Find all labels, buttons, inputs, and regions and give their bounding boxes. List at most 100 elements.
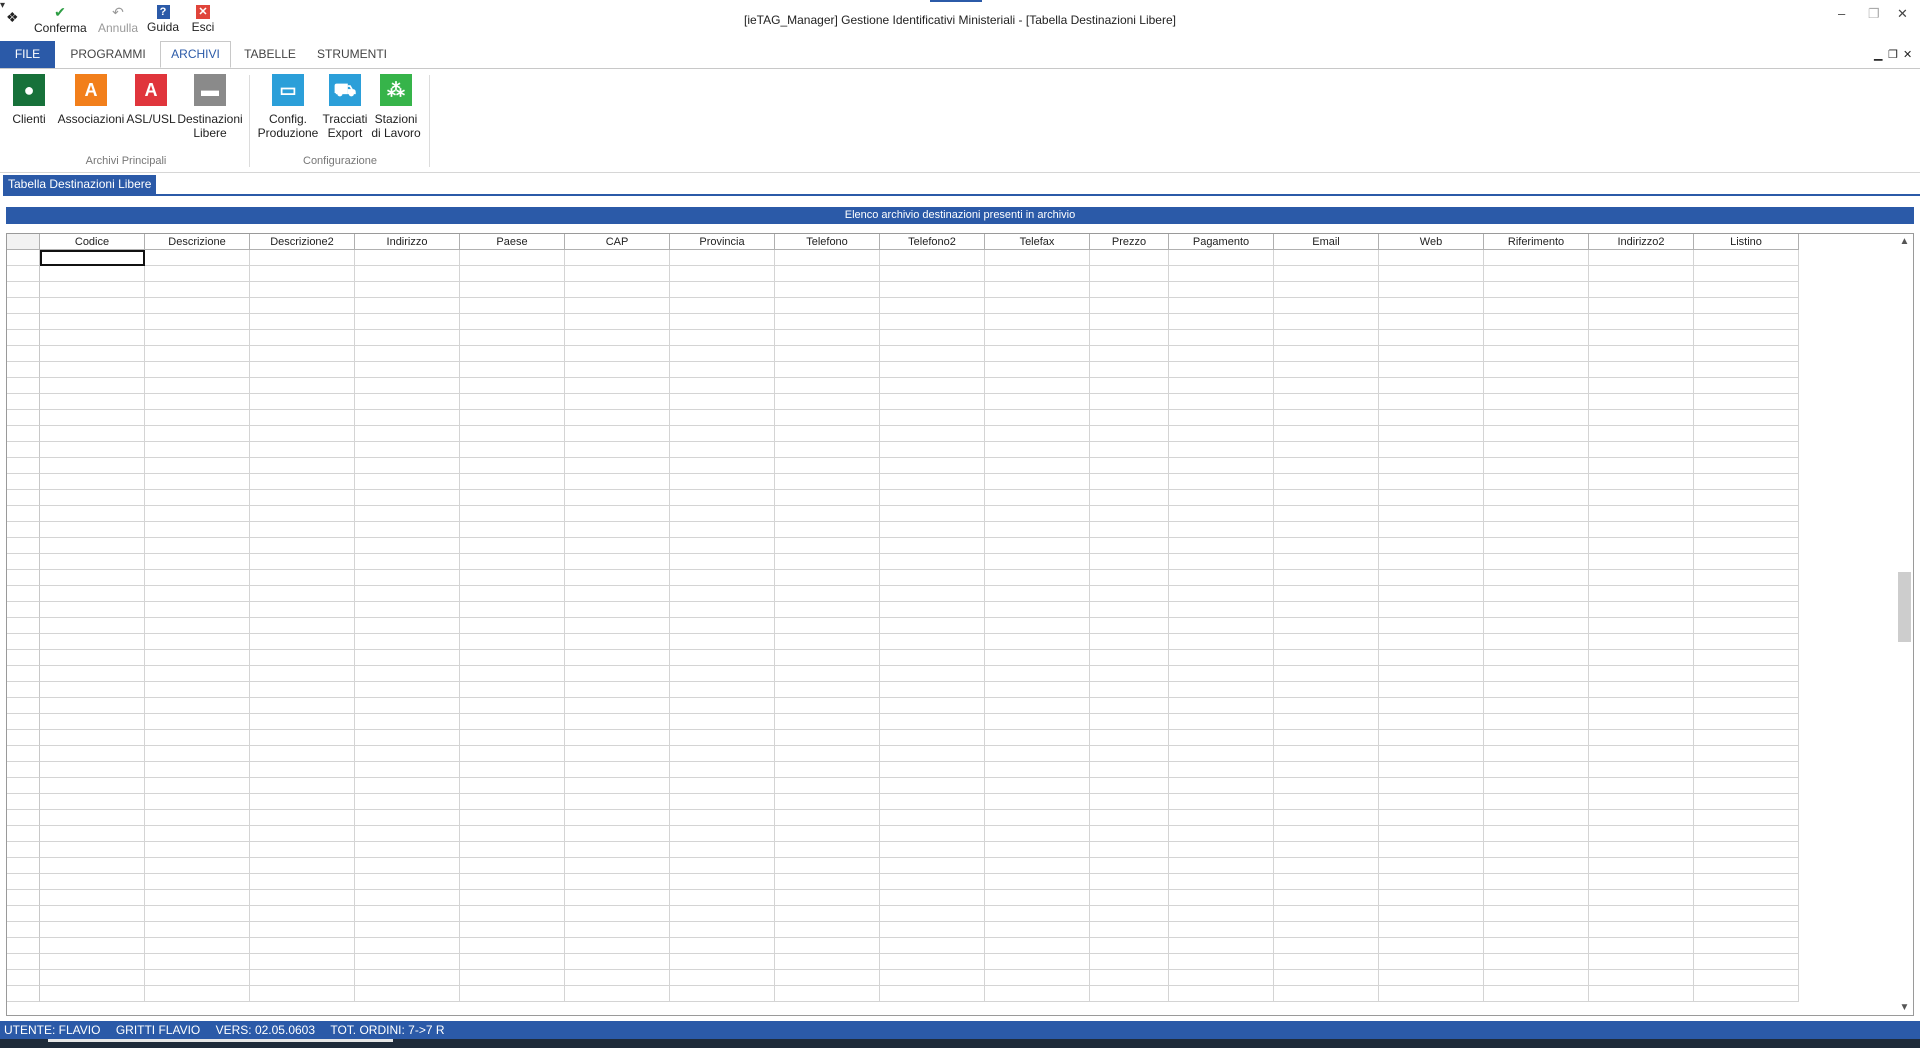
row-header[interactable] xyxy=(7,842,40,858)
grid-cell[interactable] xyxy=(985,954,1090,970)
grid-cell[interactable] xyxy=(1379,986,1484,1002)
grid-cell[interactable] xyxy=(1169,266,1274,282)
grid-cell[interactable] xyxy=(1090,970,1169,986)
table-row[interactable] xyxy=(7,442,1913,458)
grid-cell[interactable] xyxy=(1694,602,1799,618)
grid-cell[interactable] xyxy=(775,362,880,378)
row-header[interactable] xyxy=(7,714,40,730)
grid-cell[interactable] xyxy=(1379,458,1484,474)
scroll-down-icon[interactable]: ▼ xyxy=(1896,1002,1913,1013)
grid-cell[interactable] xyxy=(1274,570,1379,586)
grid-cell[interactable] xyxy=(985,330,1090,346)
grid-cell[interactable] xyxy=(1274,410,1379,426)
grid-cell[interactable] xyxy=(1379,362,1484,378)
grid-cell[interactable] xyxy=(1694,346,1799,362)
grid-cell[interactable] xyxy=(1694,426,1799,442)
minimize-icon[interactable]: – xyxy=(1838,6,1845,21)
grid-cell[interactable] xyxy=(250,698,355,714)
grid-cell[interactable] xyxy=(460,474,565,490)
grid-cell[interactable] xyxy=(880,618,985,634)
grid-cell[interactable] xyxy=(40,922,145,938)
grid-cell[interactable] xyxy=(145,618,250,634)
grid-cell[interactable] xyxy=(565,714,670,730)
grid-cell[interactable] xyxy=(1589,842,1694,858)
row-header[interactable] xyxy=(7,666,40,682)
grid-cell[interactable] xyxy=(40,970,145,986)
grid-cell[interactable] xyxy=(1484,314,1589,330)
grid-cell[interactable] xyxy=(355,442,460,458)
grid-cell[interactable] xyxy=(1694,250,1799,266)
column-header-cap[interactable]: CAP xyxy=(565,234,670,250)
row-header[interactable] xyxy=(7,954,40,970)
grid-cell[interactable] xyxy=(880,554,985,570)
table-row[interactable] xyxy=(7,682,1913,698)
grid-cell[interactable] xyxy=(1694,842,1799,858)
grid-cell[interactable] xyxy=(1274,506,1379,522)
grid-cell[interactable] xyxy=(1379,250,1484,266)
grid-cell[interactable] xyxy=(670,986,775,1002)
grid-cell[interactable] xyxy=(1379,394,1484,410)
table-row[interactable] xyxy=(7,826,1913,842)
grid-cell[interactable] xyxy=(1484,346,1589,362)
grid-cell[interactable] xyxy=(1169,442,1274,458)
grid-cell[interactable] xyxy=(145,522,250,538)
grid-cell[interactable] xyxy=(250,730,355,746)
grid-cell[interactable] xyxy=(1379,682,1484,698)
grid-cell[interactable] xyxy=(880,826,985,842)
grid-cell[interactable] xyxy=(670,618,775,634)
grid-cell[interactable] xyxy=(460,826,565,842)
grid-cell[interactable] xyxy=(145,650,250,666)
column-header-provincia[interactable]: Provincia xyxy=(670,234,775,250)
grid-cell[interactable] xyxy=(40,698,145,714)
grid-cell[interactable] xyxy=(1379,906,1484,922)
grid-cell[interactable] xyxy=(1274,314,1379,330)
grid-cell[interactable] xyxy=(250,362,355,378)
grid-cell[interactable] xyxy=(1589,890,1694,906)
grid-cell[interactable] xyxy=(670,650,775,666)
grid-cell[interactable] xyxy=(250,458,355,474)
grid-cell[interactable] xyxy=(880,426,985,442)
grid-cell[interactable] xyxy=(40,794,145,810)
grid-cell[interactable] xyxy=(250,314,355,330)
grid-cell[interactable] xyxy=(985,506,1090,522)
grid-cell[interactable] xyxy=(1090,570,1169,586)
grid-cell[interactable] xyxy=(1484,394,1589,410)
grid-cell[interactable] xyxy=(145,362,250,378)
grid-cell[interactable] xyxy=(1379,602,1484,618)
grid-cell[interactable] xyxy=(1379,618,1484,634)
grid-cell[interactable] xyxy=(355,922,460,938)
grid-cell[interactable] xyxy=(145,410,250,426)
grid-cell[interactable] xyxy=(775,666,880,682)
row-header[interactable] xyxy=(7,378,40,394)
grid-cell[interactable] xyxy=(1379,410,1484,426)
grid-cell[interactable] xyxy=(1274,730,1379,746)
grid-cell[interactable] xyxy=(1484,938,1589,954)
grid-cell[interactable] xyxy=(1274,938,1379,954)
grid-cell[interactable] xyxy=(250,634,355,650)
grid-cell[interactable] xyxy=(1589,570,1694,586)
grid-cell[interactable] xyxy=(145,490,250,506)
grid-cell[interactable] xyxy=(40,362,145,378)
table-row[interactable] xyxy=(7,506,1913,522)
grid-cell[interactable] xyxy=(565,394,670,410)
grid-cell[interactable] xyxy=(355,410,460,426)
row-header[interactable] xyxy=(7,810,40,826)
grid-cell[interactable] xyxy=(40,538,145,554)
child-close-icon[interactable]: ✕ xyxy=(1903,48,1912,61)
grid-cell[interactable] xyxy=(1169,522,1274,538)
grid-cell[interactable] xyxy=(1090,826,1169,842)
grid-cell[interactable] xyxy=(775,298,880,314)
grid-cell[interactable] xyxy=(775,906,880,922)
grid-cell[interactable] xyxy=(355,474,460,490)
grid-cell[interactable] xyxy=(1484,682,1589,698)
grid-cell[interactable] xyxy=(355,858,460,874)
grid-cell[interactable] xyxy=(1379,890,1484,906)
grid-cell[interactable] xyxy=(670,410,775,426)
row-header[interactable] xyxy=(7,874,40,890)
vertical-scrollbar[interactable]: ▲ ▼ xyxy=(1896,234,1913,1015)
grid-cell[interactable] xyxy=(1169,906,1274,922)
grid-cell[interactable] xyxy=(1379,954,1484,970)
grid-cell[interactable] xyxy=(670,810,775,826)
grid-cell[interactable] xyxy=(40,410,145,426)
grid-cell[interactable] xyxy=(1589,698,1694,714)
